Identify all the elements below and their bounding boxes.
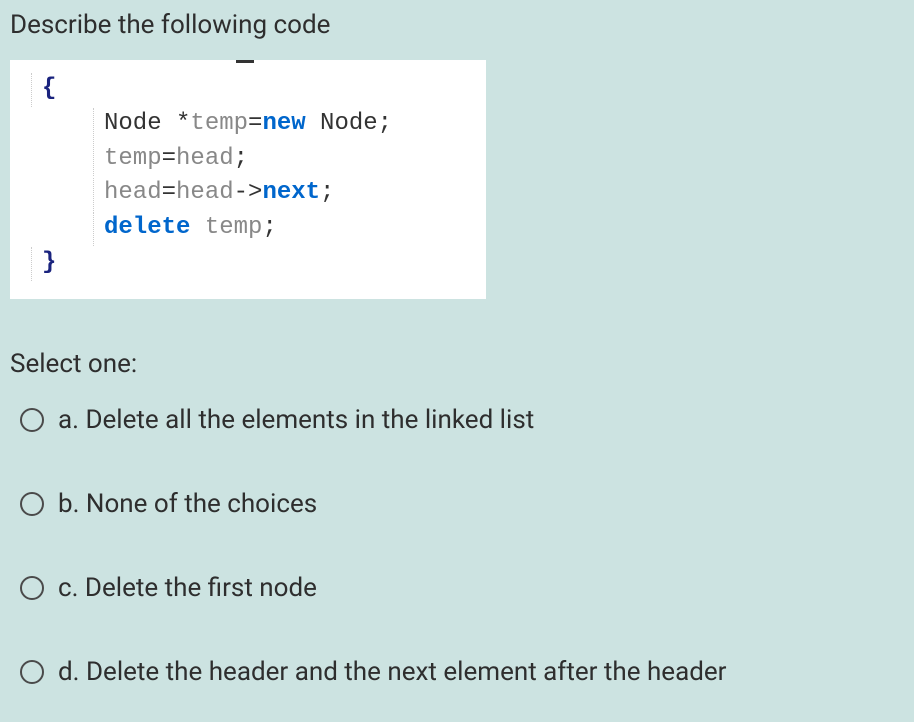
code-token: temp [104,145,162,172]
code-token: = [162,179,176,206]
code-token: = [248,110,262,137]
code-token: next [262,179,320,206]
option-a-label: a. Delete all the elements in the linked… [58,405,534,435]
code-token: new [262,110,305,137]
code-line-2: Node *temp=new Node; [24,107,472,142]
question-container: Describe the following code { Node *temp… [10,10,904,687]
code-token: head [176,179,234,206]
option-d[interactable]: d. Delete the header and the next elemen… [20,657,904,687]
code-token: ; [234,145,248,172]
code-token: ; [320,179,334,206]
code-token [190,214,204,241]
code-line-5: delete temp; [24,211,472,246]
code-token: -> [234,179,263,206]
radio-a[interactable] [20,408,44,432]
code-tick-mark [236,60,254,63]
option-d-label: d. Delete the header and the next elemen… [58,657,726,687]
code-token: Node [306,110,378,137]
option-b[interactable]: b. None of the choices [20,489,904,519]
options-group: a. Delete all the elements in the linked… [10,405,904,687]
option-c-label: c. Delete the first node [58,573,317,603]
select-one-label: Select one: [10,349,904,379]
option-a[interactable]: a. Delete all the elements in the linked… [20,405,904,435]
code-line-3: temp=head; [24,142,472,177]
option-c[interactable]: c. Delete the first node [20,573,904,603]
code-token: temp [205,214,263,241]
code-token: ; [262,214,276,241]
radio-b[interactable] [20,492,44,516]
question-prompt: Describe the following code [10,10,904,40]
code-token: delete [104,214,190,241]
code-token: ; [378,110,392,137]
code-token: temp [190,110,248,137]
brace-close: } [42,249,56,276]
code-token: = [162,145,176,172]
radio-c[interactable] [20,576,44,600]
code-line-1: { [24,72,472,107]
code-token: head [104,179,162,206]
code-block: { Node *temp=new Node; temp=head; head=h… [10,60,486,299]
code-token: head [176,145,234,172]
option-b-label: b. None of the choices [58,489,317,519]
code-line-6: } [24,246,472,281]
code-token: Node [104,110,176,137]
code-line-4: head=head->next; [24,176,472,211]
brace-open: { [42,75,56,102]
code-token: * [176,110,190,137]
radio-d[interactable] [20,660,44,684]
